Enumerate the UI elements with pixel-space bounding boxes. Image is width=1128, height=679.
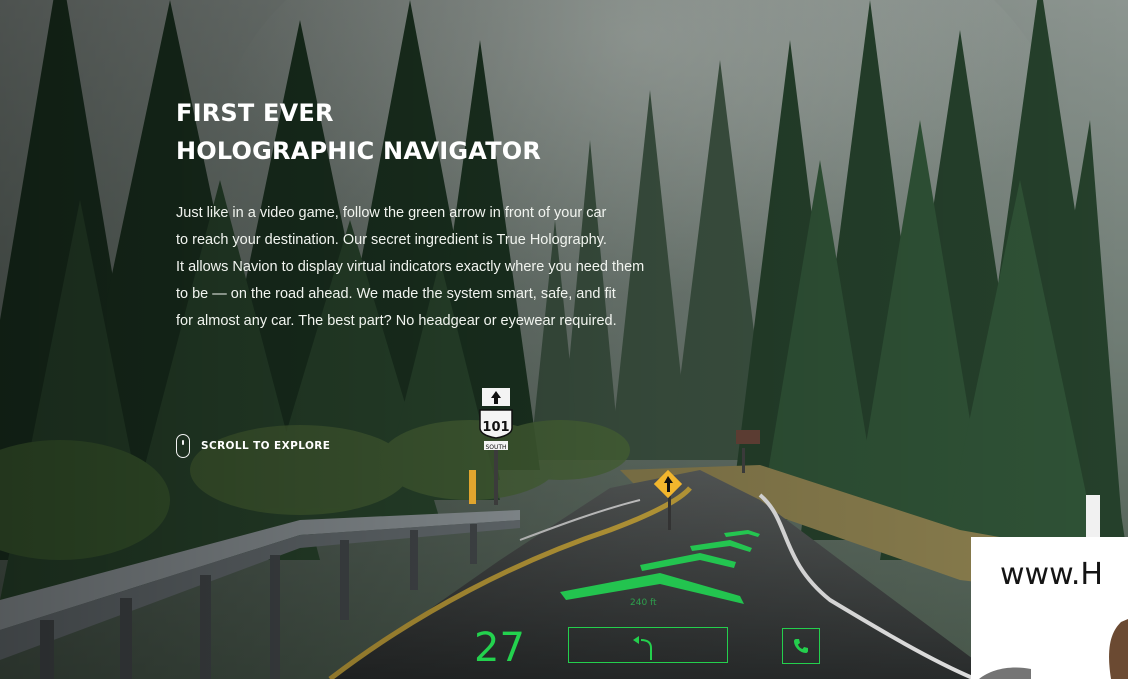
route-direction: SOUTH xyxy=(485,444,506,451)
hero-heading-line1: FIRST EVER xyxy=(176,99,334,127)
turn-arrow-icon xyxy=(633,636,652,660)
forest-road-background xyxy=(0,0,1128,679)
hero-section: FIRST EVER HOLOGRAPHIC NAVIGATOR Just li… xyxy=(0,0,1128,679)
hero-heading-line2: HOLOGRAPHIC NAVIGATOR xyxy=(176,137,542,165)
hero-description: Just like in a video game, follow the gr… xyxy=(176,200,736,335)
photo-fragment xyxy=(979,619,1128,679)
description-line: for almost any car. The best part? No he… xyxy=(176,313,617,329)
hud-navigation-panel xyxy=(568,627,728,663)
hud-distance: 240 ft xyxy=(630,598,657,608)
mouse-icon xyxy=(176,434,190,458)
scroll-to-explore-link[interactable]: SCROLL TO EXPLORE xyxy=(176,432,330,460)
phone-icon xyxy=(794,639,808,653)
watermark-overlay: www.H xyxy=(971,537,1128,679)
hero-heading: FIRST EVER HOLOGRAPHIC NAVIGATOR xyxy=(176,94,541,170)
description-line: to be — on the road ahead. We made the s… xyxy=(176,286,616,302)
description-line: It allows Navion to display virtual indi… xyxy=(176,259,645,275)
route-shield-sign: 101 SOUTH xyxy=(482,420,509,451)
description-line: Just like in a video game, follow the gr… xyxy=(176,205,607,221)
route-number: 101 xyxy=(482,420,509,435)
description-line: to reach your destination. Our secret in… xyxy=(176,232,607,248)
hud-speed: 27 xyxy=(474,625,525,671)
scroll-to-explore-label: SCROLL TO EXPLORE xyxy=(201,440,331,452)
hud-phone-button[interactable] xyxy=(782,628,820,664)
